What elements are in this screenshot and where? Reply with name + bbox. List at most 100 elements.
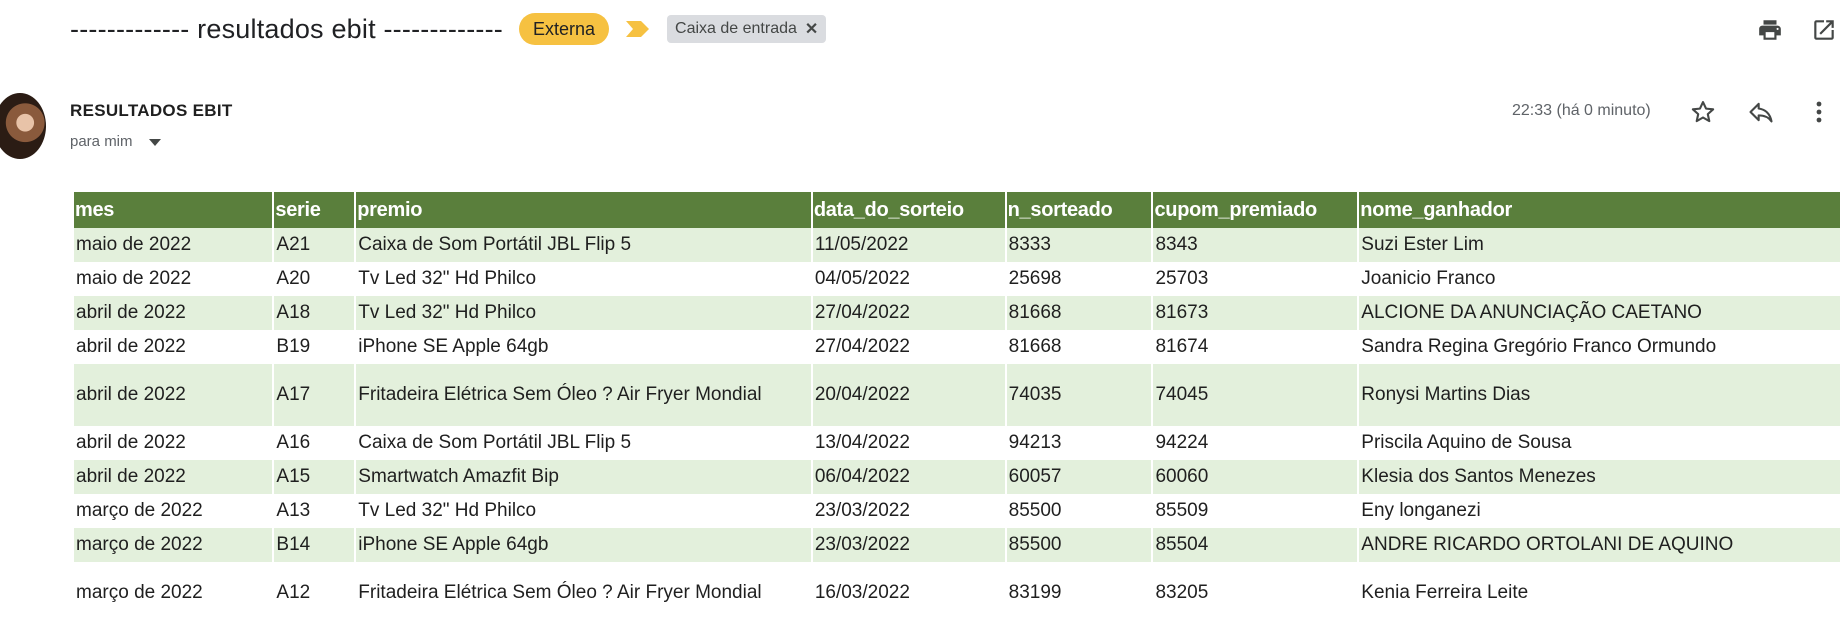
table-cell: 20/04/2022 (812, 364, 1005, 426)
table-cell: ALCIONE DA ANUNCIAÇÃO CAETANO (1359, 296, 1840, 330)
results-table: mes serie premio data_do_sorteio n_sorte… (72, 192, 1842, 624)
table-cell: abril de 2022 (76, 336, 186, 357)
column-header[interactable]: cupom_premiado (1153, 192, 1358, 228)
table-cell: A18 (274, 296, 355, 330)
table-cell: B14 (274, 528, 355, 562)
chevron-down-icon[interactable] (148, 139, 161, 146)
table-cell: Joanicio Franco (1361, 268, 1496, 289)
inbox-label-chip[interactable]: Caixa de entrada ✕ (667, 15, 827, 43)
table-row: abril de 2022 A15 Smartwatch Amazfit Bip… (74, 460, 1840, 494)
table-cell: A21 (274, 228, 355, 262)
sender-name[interactable]: RESULTADOS EBIT (70, 101, 233, 121)
table-row: maio de 2022 A20 Tv Led 32" Hd Philco 04… (74, 262, 1840, 296)
important-marker-icon[interactable] (625, 19, 653, 39)
column-header[interactable]: n_sorteado (1006, 192, 1152, 228)
table-cell: 60060 (1153, 460, 1358, 494)
table-cell: Caixa de Som Portátil JBL Flip 5 (356, 228, 811, 262)
table-cell: 8333 (1006, 228, 1152, 262)
table-cell: Tv Led 32" Hd Philco (358, 268, 537, 289)
table-cell: Klesia dos Santos Menezes (1359, 460, 1840, 494)
table-cell: 74035 (1006, 364, 1152, 426)
table-row: março de 2022 A13 Tv Led 32" Hd Philco 2… (74, 494, 1840, 528)
table-cell: 16/03/2022 (814, 582, 910, 603)
table-cell: A20 (276, 268, 311, 289)
table-cell: iPhone SE Apple 64gb (358, 336, 549, 357)
table-row: março de 2022 B14 iPhone SE Apple 64gb 2… (74, 528, 1840, 562)
table-row: maio de 2022 A21 Caixa de Som Portátil J… (74, 228, 1840, 262)
table-cell: A16 (276, 432, 311, 453)
column-header[interactable]: serie (274, 192, 355, 228)
table-cell: Priscila Aquino de Sousa (1361, 432, 1572, 453)
column-header[interactable]: mes (74, 192, 273, 228)
table-cell: 81668 (1006, 296, 1152, 330)
table-cell: Sandra Regina Gregório Franco Ormundo (1361, 336, 1717, 357)
table-row: março de 2022 A12 Fritadeira Elétrica Se… (74, 562, 1840, 624)
table-cell: abril de 2022 (74, 296, 273, 330)
table-cell: A12 (276, 582, 311, 603)
table-cell: 83205 (1155, 582, 1209, 603)
printer-icon[interactable] (1752, 12, 1788, 48)
table-header-row: mes serie premio data_do_sorteio n_sorte… (74, 192, 1840, 228)
table-cell: Tv Led 32" Hd Philco (358, 500, 537, 521)
table-cell: 04/05/2022 (814, 268, 910, 289)
reply-icon[interactable] (1743, 94, 1779, 130)
table-cell: 81668 (1008, 336, 1062, 357)
table-row: abril de 2022 A18 Tv Led 32" Hd Philco 2… (74, 296, 1840, 330)
table-cell: 85509 (1155, 500, 1209, 521)
table-cell: 27/04/2022 (812, 296, 1005, 330)
table-cell: 27/04/2022 (814, 336, 910, 357)
table-row: abril de 2022 B19 iPhone SE Apple 64gb 2… (74, 330, 1840, 364)
table-cell: Tv Led 32" Hd Philco (356, 296, 811, 330)
table-cell: Ronysi Martins Dias (1359, 364, 1840, 426)
table-cell: 60057 (1006, 460, 1152, 494)
results-table-wrapper: mes serie premio data_do_sorteio n_sorte… (72, 192, 1842, 624)
column-header[interactable]: premio (356, 192, 811, 228)
star-icon[interactable] (1685, 94, 1721, 130)
table-cell: A13 (276, 500, 311, 521)
table-cell: março de 2022 (76, 500, 203, 521)
table-cell: 85504 (1153, 528, 1358, 562)
inbox-label-text: Caixa de entrada (675, 20, 797, 37)
table-cell: maio de 2022 (74, 228, 273, 262)
table-cell: 23/03/2022 (814, 500, 910, 521)
table-cell: 06/04/2022 (812, 460, 1005, 494)
sender-avatar[interactable] (0, 93, 46, 159)
recipient-toggle[interactable]: para mim (70, 133, 161, 150)
more-vert-icon[interactable] (1801, 94, 1837, 130)
timestamp: 22:33 (há 0 minuto) (1512, 102, 1651, 119)
table-cell: 94213 (1008, 432, 1062, 453)
table-cell: 13/04/2022 (814, 432, 910, 453)
table-cell: Smartwatch Amazfit Bip (356, 460, 811, 494)
table-cell: Fritadeira Elétrica Sem Óleo ? Air Fryer… (358, 582, 762, 603)
table-cell: 83199 (1008, 582, 1062, 603)
column-header[interactable]: nome_ganhador (1359, 192, 1840, 228)
table-cell: 94224 (1155, 432, 1209, 453)
table-cell: A15 (274, 460, 355, 494)
table-cell: Caixa de Som Portátil JBL Flip 5 (358, 432, 632, 453)
table-cell: 85500 (1006, 528, 1152, 562)
table-row: abril de 2022 A16 Caixa de Som Portátil … (74, 426, 1840, 460)
table-cell: 25703 (1155, 268, 1209, 289)
remove-label-icon[interactable]: ✕ (805, 19, 818, 39)
table-cell: abril de 2022 (76, 432, 186, 453)
table-cell: 81674 (1155, 336, 1209, 357)
table-cell: Kenia Ferreira Leite (1361, 582, 1529, 603)
open-in-new-window-icon[interactable] (1806, 12, 1842, 48)
table-cell: B19 (276, 336, 311, 357)
table-cell: A17 (274, 364, 355, 426)
table-row: abril de 2022 A17 Fritadeira Elétrica Se… (74, 364, 1840, 426)
table-cell: 11/05/2022 (812, 228, 1005, 262)
table-cell: 74045 (1153, 364, 1358, 426)
external-badge: Externa (518, 13, 610, 45)
top-actions (1752, 12, 1842, 48)
subject-row: ------------- resultados ebit ----------… (70, 8, 827, 50)
recipient-label: para mim (70, 133, 133, 150)
table-cell: 25698 (1008, 268, 1062, 289)
table-cell: 8343 (1153, 228, 1358, 262)
table-cell: abril de 2022 (74, 364, 273, 426)
column-header[interactable]: data_do_sorteio (812, 192, 1005, 228)
table-cell: Eny longanezi (1361, 500, 1481, 521)
table-cell: 85500 (1008, 500, 1062, 521)
table-cell: abril de 2022 (74, 460, 273, 494)
table-cell: maio de 2022 (76, 268, 192, 289)
